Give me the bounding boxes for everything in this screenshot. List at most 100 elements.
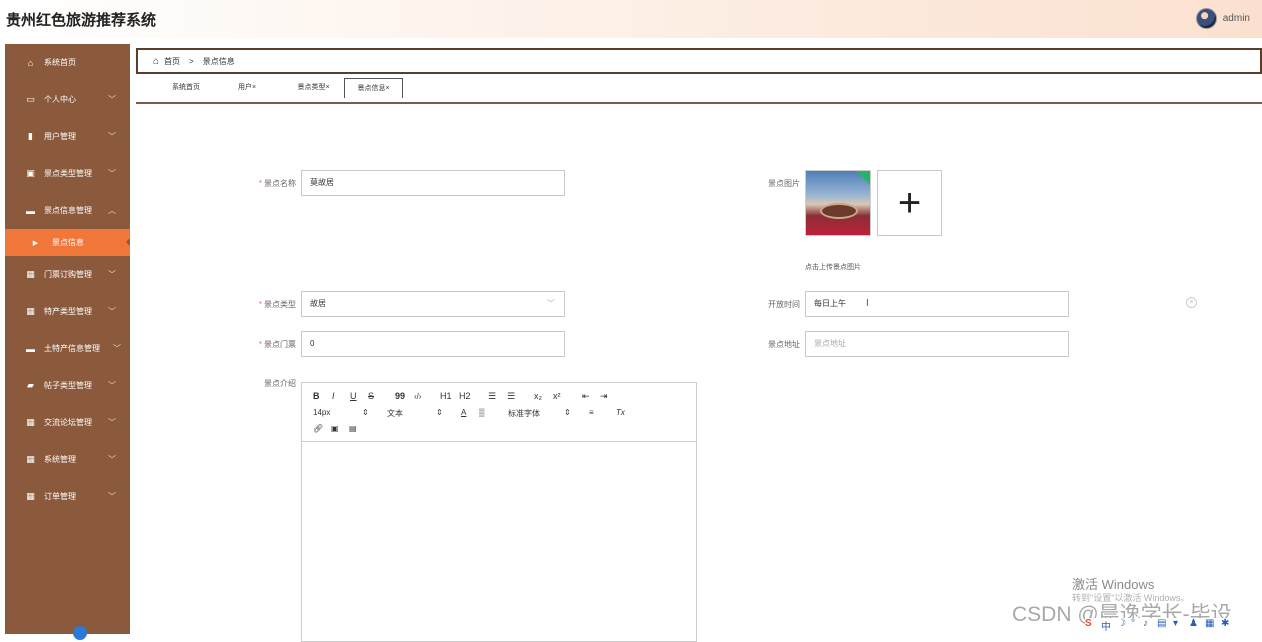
tab-label: 景点类型 (297, 84, 326, 91)
sidebar-item-users[interactable]: ▮ 用户管理 ﹀ (5, 118, 130, 155)
breadcrumb-separator: > (189, 56, 194, 66)
sidebar-item-label: 个人中心 (44, 95, 76, 104)
editor-content[interactable] (302, 442, 696, 642)
gear-icon[interactable]: ✱ (1221, 618, 1229, 629)
address-input[interactable]: 景点地址 (805, 331, 1069, 357)
home-icon[interactable]: ⌂ (153, 56, 159, 67)
sidebar-item-ticket-orders[interactable]: ▦ 门票订购管理 ﹀ (5, 256, 130, 293)
font-color-icon[interactable]: A (461, 408, 466, 417)
image-content (820, 203, 858, 219)
font-size-select[interactable]: 14px (313, 408, 330, 417)
underline-button[interactable]: U (350, 391, 357, 401)
ordered-list-button[interactable]: ☰ (488, 391, 496, 402)
tab-spot-info[interactable]: 景点信息× (344, 78, 403, 98)
sidebar-item-profile[interactable]: ▭ 个人中心 ﹀ (5, 81, 130, 118)
user-name[interactable]: admin (1223, 13, 1250, 24)
rich-text-editor: B I U S 99 ‹/› H1 H2 ☰ ☰ x₂ x² ⇤ ⇥ 14px … (301, 382, 697, 642)
person-icon[interactable]: ♟ (1189, 618, 1198, 629)
clear-icon[interactable]: × (1186, 297, 1197, 308)
paragraph-select[interactable]: 文本 (387, 408, 403, 419)
chevron-down-icon: ﹀ (547, 299, 555, 308)
bold-button[interactable]: B (313, 391, 320, 401)
sidebar-item-label: 景点类型管理 (44, 169, 92, 178)
sidebar-item-forum[interactable]: ▦ 交流论坛管理 ﹀ (5, 404, 130, 441)
clean-format-button[interactable]: Tx (616, 408, 625, 417)
grid-icon[interactable]: ▦ (1205, 618, 1214, 629)
mic-icon[interactable]: ♪ (1143, 618, 1148, 629)
upload-success-badge (856, 171, 870, 185)
sidebar-item-label: 门票订购管理 (44, 270, 92, 279)
ticket-input[interactable]: 0 (301, 331, 565, 357)
sidebar-item-label: 系统管理 (44, 455, 76, 464)
sidebar-item-label: 土特产信息管理 (44, 344, 100, 353)
spot-type-select[interactable]: 故居 ﹀ (301, 291, 565, 317)
align-button[interactable]: ≡ (589, 408, 594, 417)
image-icon[interactable]: ▣ (331, 424, 339, 433)
chevron-down-icon: ﹀ (108, 455, 116, 464)
tab-home[interactable]: 系统首页 (164, 78, 208, 98)
scroll-indicator (73, 626, 87, 640)
app-title: 贵州红色旅游推荐系统 (6, 12, 157, 29)
tab-users[interactable]: 用户× (232, 78, 262, 98)
tab-label: 景点信息 (357, 85, 386, 92)
chevron-down-icon: ﹀ (108, 381, 116, 390)
font-family-select[interactable]: 标准字体 (508, 408, 540, 419)
grid-icon: ▦ (26, 417, 35, 427)
indent-button[interactable]: ⇥ (600, 391, 608, 402)
sidebar-item-system[interactable]: ▦ 系统管理 ﹀ (5, 441, 130, 478)
spot-name-input[interactable]: 莫故居 (301, 170, 565, 196)
background-color-icon[interactable]: ▒ (479, 408, 485, 417)
moon-icon[interactable]: ☽ (1117, 618, 1126, 629)
sidebar-item-post-types[interactable]: ▰ 帖子类型管理 ﹀ (5, 367, 130, 404)
sidebar-item-spot-info[interactable]: ▶ 景点信息 (5, 229, 130, 256)
breadcrumb: ⌂ 首页 > 景点信息 (136, 48, 1262, 74)
sogou-icon[interactable]: S (1085, 618, 1092, 629)
sidebar-item-home[interactable]: ⌂ 系统首页 (5, 44, 130, 81)
quote-button[interactable]: 99 (395, 391, 405, 401)
sidebar-item-specialty-types[interactable]: ▦ 特产类型管理 ﹀ (5, 293, 130, 330)
subscript-button[interactable]: x₂ (534, 391, 542, 401)
sidebar-item-label: 用户管理 (44, 132, 76, 141)
sidebar-item-spot-info-mgmt[interactable]: ▬ 景点信息管理 ︿ (5, 192, 130, 229)
breadcrumb-home[interactable]: 首页 (164, 56, 180, 67)
punct-icon[interactable]: ° (1131, 618, 1135, 629)
sidebar-item-label: 系统首页 (44, 58, 76, 67)
keyboard-icon[interactable]: ▤ (1157, 618, 1166, 629)
bullet-list-button[interactable]: ☰ (507, 391, 515, 402)
superscript-button[interactable]: x² (553, 391, 561, 401)
avatar[interactable] (1195, 8, 1217, 29)
code-button[interactable]: ‹/› (414, 392, 422, 401)
close-icon[interactable]: × (252, 84, 256, 91)
italic-button[interactable]: I (332, 391, 335, 401)
address-placeholder: 景点地址 (814, 339, 846, 348)
spot-type-value: 故居 (310, 299, 326, 308)
open-time-label: 开放时间 (768, 300, 800, 309)
shirt-icon[interactable]: ▾ (1173, 618, 1178, 629)
open-time-input[interactable]: 每日上午 I (805, 291, 1069, 317)
tab-spot-types[interactable]: 景点类型× (291, 78, 336, 98)
close-icon[interactable]: × (325, 84, 329, 91)
strike-button[interactable]: S (368, 391, 374, 401)
user-menu[interactable]: admin (1195, 8, 1250, 29)
sidebar-item-specialty-info[interactable]: ▬ 土特产信息管理 ﹀ (5, 330, 130, 367)
chevron-down-icon: ﹀ (108, 492, 116, 501)
upload-hint: 点击上传景点图片 (805, 264, 861, 271)
spot-image-label: 景点图片 (768, 179, 800, 188)
tab-bar: 系统首页 用户× 景点类型× 景点信息× (136, 76, 1262, 104)
link-icon[interactable]: 🔗︎ (313, 424, 323, 433)
open-time-value: 每日上午 (814, 299, 846, 308)
sidebar-item-label: 景点信息 (52, 238, 84, 247)
sidebar-item-spot-types[interactable]: ▣ 景点类型管理 ﹀ (5, 155, 130, 192)
sidebar-item-orders[interactable]: ▦ 订单管理 ﹀ (5, 478, 130, 515)
updown-icon: ⇕ (362, 408, 369, 417)
chinese-mode-icon[interactable]: 中 (1101, 618, 1111, 633)
text-cursor-icon: I (866, 298, 869, 309)
outdent-button[interactable]: ⇤ (582, 391, 590, 402)
spot-image-thumbnail[interactable] (805, 170, 871, 236)
h2-button[interactable]: H2 (459, 391, 471, 401)
h1-button[interactable]: H1 (440, 391, 452, 401)
intro-label: 景点介绍 (264, 379, 296, 388)
video-icon[interactable]: ▤ (349, 424, 357, 433)
close-icon[interactable]: × (385, 85, 389, 92)
upload-button[interactable]: + (877, 170, 942, 236)
